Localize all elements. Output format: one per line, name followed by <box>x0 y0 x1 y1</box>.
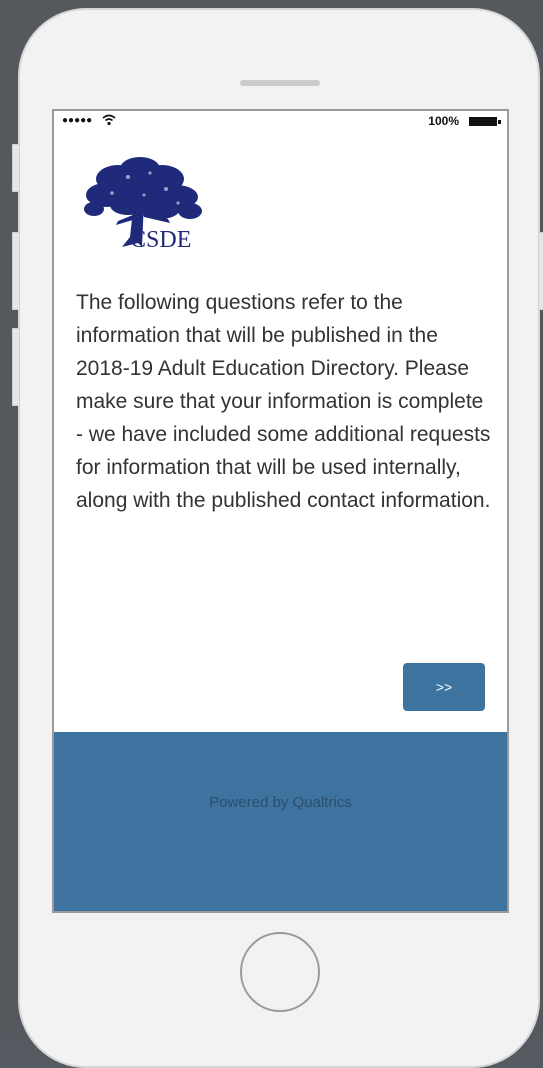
survey-intro-text: The following questions refer to the inf… <box>76 291 491 512</box>
logo-text: CSDE <box>130 227 192 253</box>
battery-percent: 100% <box>428 114 459 128</box>
side-button-volume-down <box>12 328 20 406</box>
side-button-volume-up <box>12 232 20 310</box>
powered-by-qualtrics: Powered by Qualtrics <box>209 794 352 811</box>
home-button-icon[interactable] <box>240 932 320 1012</box>
signal-strength: ●●●●● <box>62 115 93 126</box>
battery-icon <box>469 117 501 126</box>
wifi-icon <box>102 114 116 129</box>
csde-logo: CSDE <box>78 151 208 253</box>
phone-screen: ●●●●● 100% CSDE The following questions … <box>52 109 509 913</box>
side-button-top <box>12 144 20 192</box>
speaker-grill-icon <box>240 80 320 86</box>
footer: Powered by Qualtrics <box>54 732 507 911</box>
next-button[interactable]: >> <box>403 663 485 711</box>
side-button-power <box>538 232 543 310</box>
status-bar: ●●●●● 100% <box>54 111 507 133</box>
